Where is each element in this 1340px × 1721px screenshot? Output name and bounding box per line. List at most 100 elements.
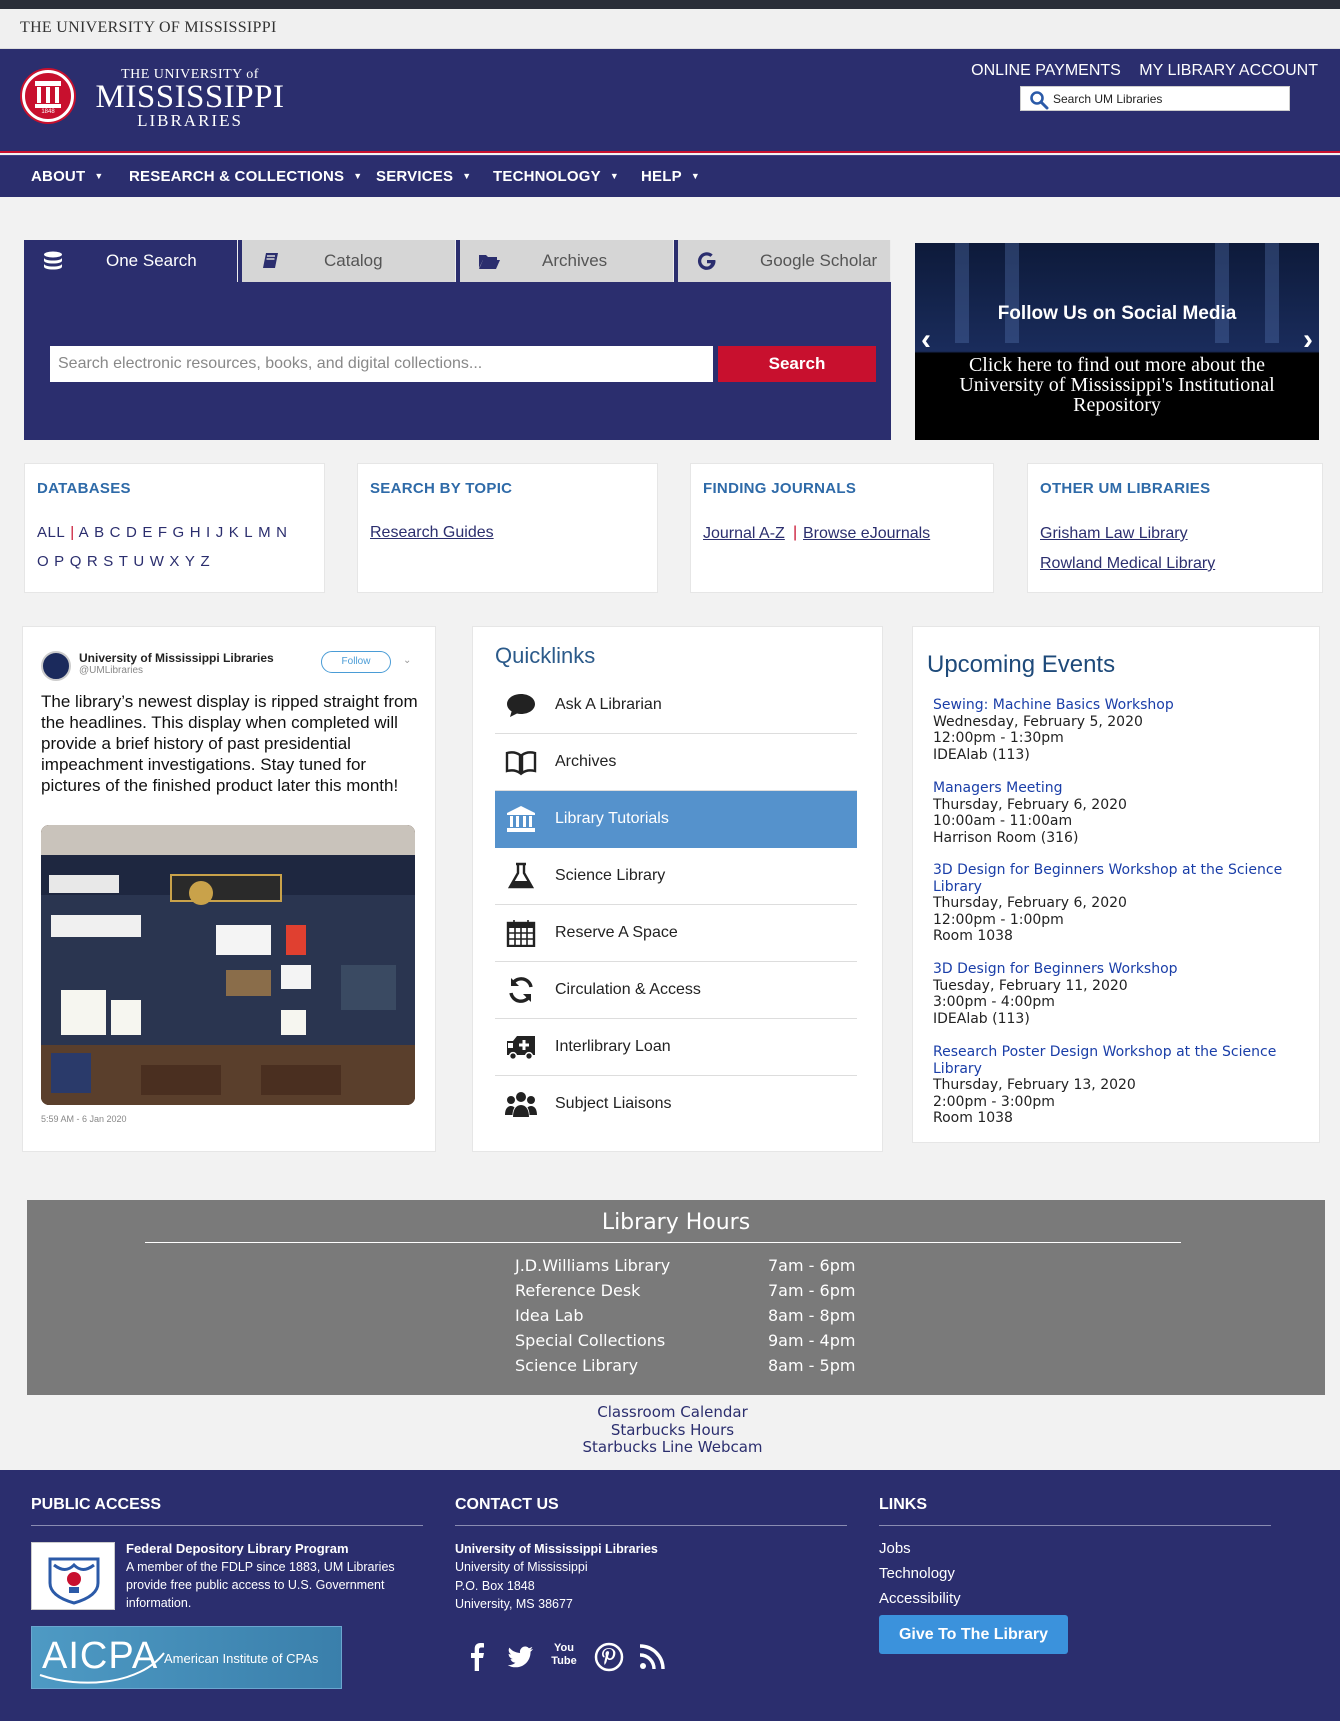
quicklinks-title: Quicklinks xyxy=(495,643,596,668)
rss-icon[interactable] xyxy=(637,1642,667,1672)
nav-item-help[interactable]: HELP ▼ xyxy=(641,168,700,185)
classroom-calendar-link[interactable]: Classroom Calendar xyxy=(597,1403,747,1421)
event-title-link[interactable]: Research Poster Design Workshop at the S… xyxy=(933,1044,1276,1077)
quicklink-circulation-access[interactable]: Circulation & Access xyxy=(495,962,857,1019)
hours-time: 9am - 4pm xyxy=(768,1331,856,1350)
databases-title: DATABASES xyxy=(37,480,131,497)
nav-label: RESEARCH & COLLECTIONS xyxy=(129,168,345,185)
alpha-letter-link[interactable]: T xyxy=(119,553,129,570)
alpha-letter-link[interactable]: Q xyxy=(70,553,82,570)
follow-button[interactable]: Follow xyxy=(321,651,391,673)
tab-catalog[interactable]: Catalog xyxy=(242,240,456,282)
event-title-link[interactable]: Managers Meeting xyxy=(933,780,1063,796)
nav-label: ABOUT xyxy=(31,168,86,185)
pinterest-icon[interactable] xyxy=(594,1642,624,1672)
university-bar-label[interactable]: THE UNIVERSITY OF MISSISSIPPI xyxy=(20,19,277,37)
quicklink-interlibrary-loan[interactable]: Interlibrary Loan xyxy=(495,1019,857,1076)
alpha-letter-link[interactable]: R xyxy=(87,553,98,570)
quicklink-label: Subject Liaisons xyxy=(555,1095,672,1112)
alpha-letter-link[interactable]: L xyxy=(244,524,253,541)
alpha-letter-link[interactable]: Z xyxy=(200,553,210,570)
youtube-icon[interactable]: You Tube xyxy=(548,1642,580,1672)
journal-a-z-link[interactable]: Journal A-Z xyxy=(703,525,785,543)
promo-slider[interactable]: Follow Us on Social Media Click here to … xyxy=(915,243,1319,440)
shelf-decor xyxy=(1265,243,1279,343)
browse-ejournals-link[interactable]: Browse eJournals xyxy=(803,525,930,543)
search-button[interactable]: Search xyxy=(718,346,876,382)
shelf-decor xyxy=(1215,243,1229,343)
online-payments-link[interactable]: ONLINE PAYMENTS xyxy=(971,62,1121,79)
facebook-icon[interactable] xyxy=(462,1642,492,1672)
footer-link-technology[interactable]: Technology xyxy=(879,1565,955,1582)
event-title-link[interactable]: Sewing: Machine Basics Workshop xyxy=(933,697,1174,713)
databases-box: DATABASES ALL | A B C D E F G H I J K L M N OPQRSTUWXYZ xyxy=(24,463,325,593)
public-access-heading: PUBLIC ACCESS xyxy=(31,1496,162,1513)
rowland-medical-library-link[interactable]: Rowland Medical Library xyxy=(1040,555,1215,573)
quicklink-archives[interactable]: Archives xyxy=(495,734,857,791)
alpha-letter-link[interactable]: J xyxy=(216,524,224,541)
slider-next-arrow-icon[interactable]: › xyxy=(1303,323,1313,357)
alpha-letter-link[interactable]: E xyxy=(142,524,153,541)
databases-all-link[interactable]: ALL xyxy=(37,524,65,541)
alpha-letter-link[interactable]: U xyxy=(133,553,144,570)
nav-item-research-collections[interactable]: RESEARCH & COLLECTIONS ▼ xyxy=(129,168,362,185)
alpha-letter-link[interactable]: W xyxy=(150,553,165,570)
alpha-letter-link[interactable]: I xyxy=(206,524,211,541)
search-icon[interactable] xyxy=(1029,90,1049,110)
alpha-letter-link[interactable]: S xyxy=(103,553,114,570)
alpha-letter-link[interactable]: N xyxy=(276,524,287,541)
tweet-photo[interactable] xyxy=(41,825,415,1105)
ambulance-icon xyxy=(507,1036,535,1061)
alpha-letter-link[interactable]: H xyxy=(190,524,201,541)
alpha-letter-link[interactable]: G xyxy=(173,524,185,541)
starbucks-webcam-link[interactable]: Starbucks Line Webcam xyxy=(582,1438,762,1456)
tab-google-scholar[interactable]: Google Scholar xyxy=(678,240,891,282)
event-title-link[interactable]: 3D Design for Beginners Workshop xyxy=(933,961,1178,977)
alpha-letter-link[interactable]: X xyxy=(169,553,180,570)
tweet-handle[interactable]: @UMLibraries xyxy=(79,665,143,676)
quicklink-subject-liaisons[interactable]: Subject Liaisons xyxy=(495,1076,857,1133)
footer-link-accessibility[interactable]: Accessibility xyxy=(879,1590,961,1607)
tweet-timestamp[interactable]: 5:59 AM - 6 Jan 2020 xyxy=(41,1114,127,1124)
alpha-letter-link[interactable]: D xyxy=(126,524,137,541)
quicklink-ask-a-librarian[interactable]: Ask A Librarian xyxy=(495,677,857,734)
search-input[interactable] xyxy=(50,346,713,382)
give-to-library-button[interactable]: Give To The Library xyxy=(879,1615,1068,1654)
site-search-input[interactable] xyxy=(1053,90,1283,108)
alpha-letter-link[interactable]: K xyxy=(229,524,240,541)
event-title-link[interactable]: 3D Design for Beginners Workshop at the … xyxy=(933,862,1282,895)
nav-item-about[interactable]: ABOUT ▼ xyxy=(31,168,103,185)
slider-prev-arrow-icon[interactable]: ‹ xyxy=(921,323,931,357)
alpha-letter-link[interactable]: C xyxy=(110,524,121,541)
my-library-account-link[interactable]: MY LIBRARY ACCOUNT xyxy=(1139,62,1318,79)
fdlp-logo[interactable] xyxy=(31,1542,115,1610)
library-logo[interactable]: THE UNIVERSITY of MISSISSIPPI LIBRARIES xyxy=(80,68,300,132)
quicklink-science-library[interactable]: Science Library xyxy=(495,848,857,905)
twitter-icon[interactable] xyxy=(505,1642,535,1672)
tab-archives[interactable]: Archives xyxy=(460,240,674,282)
tweet-author-name[interactable]: University of Mississippi Libraries xyxy=(79,651,274,665)
quicklink-library-tutorials[interactable]: Library Tutorials xyxy=(495,791,857,848)
alpha-letter-link[interactable]: P xyxy=(54,553,65,570)
aicpa-logo[interactable]: AICPA American Institute of CPAs xyxy=(31,1626,342,1689)
tab-one-search[interactable]: One Search xyxy=(24,240,238,282)
alpha-letter-link[interactable]: B xyxy=(94,524,105,541)
quicklink-reserve-a-space[interactable]: Reserve A Space xyxy=(495,905,857,962)
university-seal-logo[interactable]: 1848 xyxy=(22,70,74,122)
chevron-down-icon[interactable]: ⌄ xyxy=(403,655,411,666)
alpha-letter-link[interactable]: M xyxy=(258,524,271,541)
alpha-letter-link[interactable]: F xyxy=(158,524,168,541)
research-guides-link[interactable]: Research Guides xyxy=(370,524,494,542)
slide-caption[interactable]: Click here to find out more about the Un… xyxy=(935,355,1299,415)
browser-top-strip xyxy=(0,0,1340,9)
alpha-letter-link[interactable]: Y xyxy=(185,553,196,570)
alpha-letter-link[interactable]: O xyxy=(37,553,49,570)
footer-link-jobs[interactable]: Jobs xyxy=(879,1540,911,1557)
caret-down-icon: ▼ xyxy=(462,171,472,181)
starbucks-hours-link[interactable]: Starbucks Hours xyxy=(611,1421,734,1439)
avatar[interactable] xyxy=(41,651,71,681)
nav-item-technology[interactable]: TECHNOLOGY ▼ xyxy=(493,168,619,185)
alpha-letter-link[interactable]: A xyxy=(79,524,90,541)
grisham-law-library-link[interactable]: Grisham Law Library xyxy=(1040,525,1188,543)
nav-item-services[interactable]: SERVICES ▼ xyxy=(376,168,471,185)
